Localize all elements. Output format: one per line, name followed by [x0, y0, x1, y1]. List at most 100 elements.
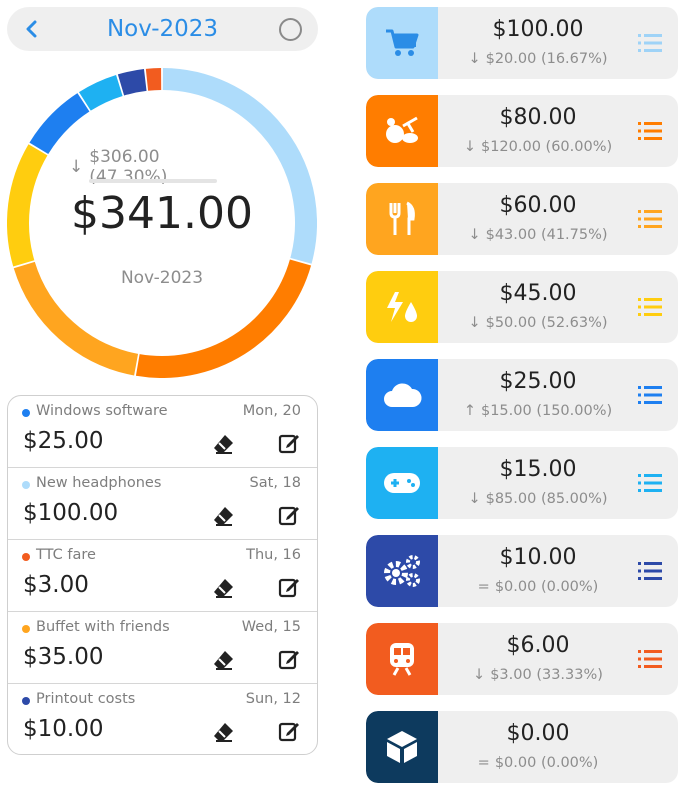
transaction-row[interactable]: Windows software Mon, 20 $25.00	[8, 396, 317, 468]
category-change: ↓ $20.00 (16.67%)	[438, 51, 638, 67]
category-amount: $10.00	[499, 545, 577, 570]
category-change: = $0.00 (0.00%)	[438, 755, 638, 771]
change-arrow-icon: ↑	[463, 403, 476, 419]
utilities-icon	[366, 271, 438, 343]
transaction-row[interactable]: Buffet with friends Wed, 15 $35.00	[8, 612, 317, 684]
transaction-date: Wed, 15	[241, 619, 301, 635]
category-dot	[22, 625, 30, 633]
edit-icon[interactable]	[278, 648, 300, 670]
transaction-date: Sun, 12	[245, 691, 301, 707]
change-value: $50.00 (52.63%)	[485, 315, 608, 331]
eraser-icon[interactable]	[212, 577, 234, 599]
circle-icon[interactable]	[279, 18, 302, 41]
list-icon[interactable]	[638, 33, 662, 53]
list-icon[interactable]	[638, 209, 662, 229]
category-change: ↓ $85.00 (85.00%)	[438, 491, 638, 507]
change-arrow-icon: ↓	[468, 315, 481, 331]
eraser-icon[interactable]	[212, 721, 234, 743]
transaction-row[interactable]: TTC fare Thu, 16 $3.00	[8, 540, 317, 612]
change-arrow-icon: ↓	[463, 139, 476, 155]
transaction-row[interactable]: New headphones Sat, 18 $100.00	[8, 468, 317, 540]
category-card[interactable]: $25.00 ↑ $15.00 (150.00%)	[366, 359, 678, 431]
transaction-amount: $35.00	[23, 644, 104, 670]
fork-knife-icon	[366, 183, 438, 255]
change-value: $0.00 (0.00%)	[494, 579, 599, 595]
category-amount: $0.00	[506, 721, 570, 746]
comparison-underline	[89, 179, 217, 183]
transaction-amount: $3.00	[23, 572, 89, 598]
spending-donut-chart: ↓ $306.00 (47.30%) $341.00 Nov-2023	[7, 68, 317, 378]
list-icon[interactable]	[638, 297, 662, 317]
comparison: ↓ $306.00 (47.30%)	[69, 147, 219, 187]
transaction-date: Sat, 18	[249, 475, 301, 491]
edit-icon[interactable]	[278, 720, 300, 742]
transactions-list: Windows software Mon, 20 $25.00 New head…	[7, 395, 318, 755]
change-value: $120.00 (60.00%)	[480, 139, 613, 155]
shopping-cart-icon	[366, 7, 438, 79]
category-card[interactable]: $45.00 ↓ $50.00 (52.63%)	[366, 271, 678, 343]
list-icon[interactable]	[638, 121, 662, 141]
change-value: $85.00 (85.00%)	[485, 491, 608, 507]
transaction-amount: $25.00	[23, 428, 104, 454]
transaction-name: New headphones	[36, 475, 162, 491]
list-icon[interactable]	[638, 649, 662, 669]
change-value: $43.00 (41.75%)	[485, 227, 608, 243]
groceries-icon	[366, 95, 438, 167]
category-card[interactable]: $80.00 ↓ $120.00 (60.00%)	[366, 95, 678, 167]
category-dot	[22, 481, 30, 489]
category-amount: $45.00	[499, 281, 577, 306]
change-value: $3.00 (33.33%)	[490, 667, 603, 683]
eraser-icon[interactable]	[212, 649, 234, 671]
category-dot	[22, 409, 30, 417]
category-card[interactable]: $15.00 ↓ $85.00 (85.00%)	[366, 447, 678, 519]
category-change: ↓ $50.00 (52.63%)	[438, 315, 638, 331]
transaction-name: Buffet with friends	[36, 619, 170, 635]
change-arrow-icon: =	[477, 579, 490, 595]
transaction-date: Thu, 16	[246, 547, 301, 563]
list-icon[interactable]	[638, 561, 662, 581]
change-arrow-icon: ↓	[468, 491, 481, 507]
category-card[interactable]: $0.00 = $0.00 (0.00%)	[366, 711, 678, 783]
change-value: $0.00 (0.00%)	[494, 755, 599, 771]
edit-icon[interactable]	[278, 576, 300, 598]
change-arrow-icon: ↓	[473, 667, 486, 683]
category-card[interactable]: $60.00 ↓ $43.00 (41.75%)	[366, 183, 678, 255]
category-change: ↓ $120.00 (60.00%)	[438, 139, 638, 155]
edit-icon[interactable]	[278, 432, 300, 454]
change-arrow-icon: =	[477, 755, 490, 771]
cloud-icon	[366, 359, 438, 431]
category-change: ↓ $3.00 (33.33%)	[438, 667, 638, 683]
month-selector: Nov-2023	[7, 7, 318, 51]
category-card[interactable]: $6.00 ↓ $3.00 (33.33%)	[366, 623, 678, 695]
category-card[interactable]: $10.00 = $0.00 (0.00%)	[366, 535, 678, 607]
category-change: = $0.00 (0.00%)	[438, 579, 638, 595]
gamepad-icon	[366, 447, 438, 519]
arrow-down-icon: ↓	[69, 157, 84, 177]
category-dot	[22, 553, 30, 561]
eraser-icon[interactable]	[212, 505, 234, 527]
transaction-name: Windows software	[36, 403, 168, 419]
transaction-date: Mon, 20	[242, 403, 301, 419]
transaction-row[interactable]: Printout costs Sun, 12 $10.00	[8, 684, 317, 754]
total-amount: $341.00	[71, 188, 253, 239]
month-title[interactable]: Nov-2023	[67, 7, 258, 51]
list-icon[interactable]	[638, 385, 662, 405]
edit-icon[interactable]	[278, 504, 300, 526]
category-amount: $15.00	[499, 457, 577, 482]
transaction-amount: $100.00	[23, 500, 119, 526]
chevron-left-icon[interactable]	[19, 16, 45, 42]
category-dot	[22, 697, 30, 705]
gears-icon	[366, 535, 438, 607]
transaction-amount: $10.00	[23, 716, 104, 742]
change-arrow-icon: ↓	[468, 51, 481, 67]
category-card[interactable]: $100.00 ↓ $20.00 (16.67%)	[366, 7, 678, 79]
category-amount: $6.00	[506, 633, 570, 658]
total-month: Nov-2023	[120, 268, 204, 288]
eraser-icon[interactable]	[212, 433, 234, 455]
category-change: ↓ $43.00 (41.75%)	[438, 227, 638, 243]
list-icon[interactable]	[638, 473, 662, 493]
transaction-name: Printout costs	[36, 691, 136, 707]
transaction-name: TTC fare	[36, 547, 96, 563]
change-value: $15.00 (150.00%)	[480, 403, 613, 419]
category-amount: $60.00	[499, 193, 577, 218]
